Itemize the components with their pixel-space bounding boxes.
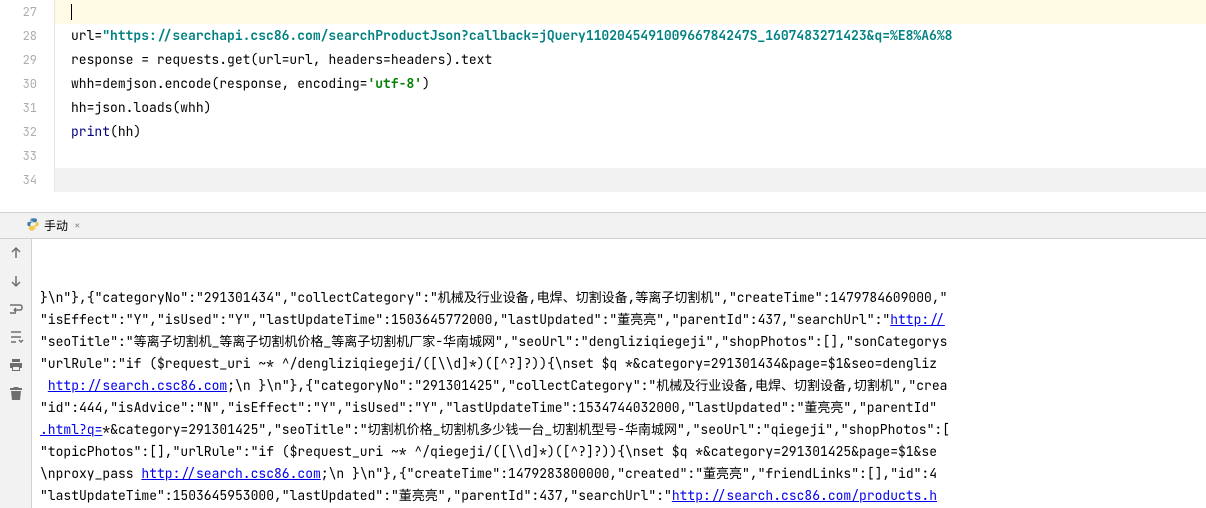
code-token: json.loads(whh) [94, 99, 211, 116]
code-content[interactable] [55, 0, 1206, 24]
code-line[interactable]: 33 [0, 144, 1206, 168]
console-line: "lastUpdateTime":1503645953000,"lastUpda… [40, 485, 1206, 507]
code-token: =url, [282, 51, 329, 68]
console-line: \nproxy_pass http://search.csc86.com;\n … [40, 463, 1206, 485]
code-token: response [71, 51, 141, 68]
code-line[interactable]: 29response = requests.get(url=url, heade… [0, 48, 1206, 72]
print-icon[interactable] [8, 357, 24, 373]
console-line: }\n"},{"categoryNo":"291301434","collect… [40, 287, 1206, 309]
code-line[interactable]: 34 [0, 168, 1206, 192]
code-line[interactable]: 27 [0, 0, 1206, 24]
code-content[interactable]: hh=json.loads(whh) [55, 96, 1206, 120]
console-link[interactable]: http://search.csc86.com [141, 465, 320, 482]
code-token: url [258, 51, 281, 68]
console-line: "topicPhotos":[],"urlRule":"if ($request… [40, 441, 1206, 463]
code-token: print [71, 123, 110, 140]
code-line[interactable]: 28url="https://searchapi.csc86.com/searc… [0, 24, 1206, 48]
code-content[interactable]: whh=demjson.encode(response, encoding='u… [55, 72, 1206, 96]
trash-icon[interactable] [8, 385, 24, 401]
caret [71, 4, 72, 20]
code-token: whh [71, 75, 94, 92]
console-toolbar [0, 239, 32, 508]
code-token: 'utf-8' [367, 75, 422, 92]
code-token: headers [328, 51, 383, 68]
console-link[interactable]: http://search.csc86.com/products.h [672, 487, 937, 504]
line-number: 32 [0, 120, 55, 144]
code-token: ) [422, 75, 430, 92]
code-token: demjson.encode(response, [102, 75, 297, 92]
console-line: "urlRule":"if ($request_uri ~* ^/dengliz… [40, 353, 1206, 375]
line-number: 33 [0, 144, 55, 168]
code-token: =headers).text [383, 51, 492, 68]
console-tab-label: 手动 [44, 217, 68, 234]
line-number: 28 [0, 24, 55, 48]
code-token: encoding [297, 75, 359, 92]
line-number: 30 [0, 72, 55, 96]
console-output[interactable]: }\n"},{"categoryNo":"291301434","collect… [32, 239, 1206, 508]
line-number: 34 [0, 168, 55, 192]
console-line: "id":444,"isAdvice":"N","isEffect":"Y","… [40, 397, 1206, 419]
code-token: (hh) [110, 123, 141, 140]
line-number: 29 [0, 48, 55, 72]
python-icon [26, 217, 40, 235]
code-content[interactable]: response = requests.get(url=url, headers… [55, 48, 1206, 72]
line-number: 31 [0, 96, 55, 120]
console-line: http://search.csc86.com;\n }\n"},{"categ… [40, 375, 1206, 397]
scroll-to-end-icon[interactable] [8, 329, 24, 345]
console-line: "isEffect":"Y","isUsed":"Y","lastUpdateT… [40, 309, 1206, 331]
console-line: "seoTitle":"等离子切割机_等离子切割机价格_等离子切割机厂家-华南城… [40, 331, 1206, 353]
console-link[interactable]: http://search.csc86.com [48, 377, 227, 394]
code-content[interactable]: print(hh) [55, 120, 1206, 144]
code-token: hh [71, 99, 87, 116]
line-number: 27 [0, 0, 55, 24]
console-area: }\n"},{"categoryNo":"291301434","collect… [0, 239, 1206, 508]
code-content[interactable]: url="https://searchapi.csc86.com/searchP… [55, 24, 1206, 48]
console-tab-bar: 手动 × [0, 213, 1206, 239]
code-line[interactable]: 30whh=demjson.encode(response, encoding=… [0, 72, 1206, 96]
console-tab[interactable]: 手动 × [20, 215, 87, 237]
code-token: = [141, 51, 157, 68]
code-editor[interactable]: 2728url="https://searchapi.csc86.com/sea… [0, 0, 1206, 192]
code-line[interactable]: 32print(hh) [0, 120, 1206, 144]
console-link[interactable]: .html?q= [40, 421, 102, 438]
arrow-up-icon[interactable] [8, 245, 24, 261]
arrow-down-icon[interactable] [8, 273, 24, 289]
code-token: "https://searchapi.csc86.com/searchProdu… [102, 27, 952, 44]
code-token: requests.get( [157, 51, 258, 68]
close-icon[interactable]: × [74, 219, 81, 233]
code-line[interactable]: 31hh=json.loads(whh) [0, 96, 1206, 120]
console-line: .html?q=*&category=291301425","seoTitle"… [40, 419, 1206, 441]
console-link[interactable]: http:// [890, 311, 945, 328]
soft-wrap-icon[interactable] [8, 301, 24, 317]
code-token: url [71, 27, 94, 44]
